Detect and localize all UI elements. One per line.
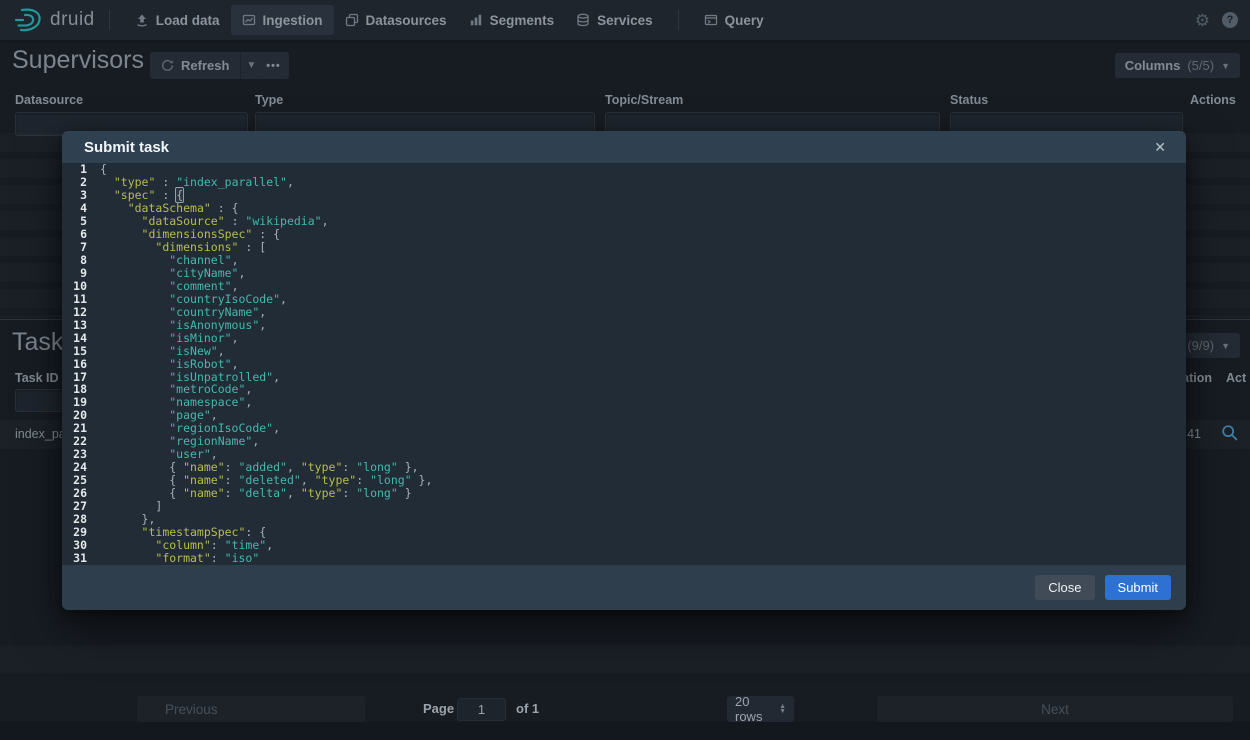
code-line: 27 ] bbox=[62, 500, 1186, 513]
dialog-footer: Close Submit bbox=[62, 565, 1186, 610]
code-line: 26 { "name": "delta", "type": "long" } bbox=[62, 487, 1186, 500]
line-number: 13 bbox=[62, 319, 96, 332]
submit-button[interactable]: Submit bbox=[1105, 575, 1171, 600]
line-number: 16 bbox=[62, 358, 96, 371]
dialog-title: Submit task bbox=[84, 139, 169, 156]
line-number: 1 bbox=[62, 163, 96, 176]
code-line: 14 "isMinor", bbox=[62, 332, 1186, 345]
line-number: 5 bbox=[62, 215, 96, 228]
code-line: 22 "regionName", bbox=[62, 435, 1186, 448]
line-number: 14 bbox=[62, 332, 96, 345]
line-number: 2 bbox=[62, 176, 96, 189]
code-line: 19 "namespace", bbox=[62, 396, 1186, 409]
line-number: 31 bbox=[62, 552, 96, 565]
line-number: 9 bbox=[62, 267, 96, 280]
line-number: 11 bbox=[62, 293, 96, 306]
line-number: 3 bbox=[62, 189, 96, 202]
code-line: 31 "format": "iso" bbox=[62, 552, 1186, 565]
line-number: 10 bbox=[62, 280, 96, 293]
submit-task-dialog: Submit task ✕ 1{2 "type" : "index_parall… bbox=[62, 131, 1186, 610]
line-number: 12 bbox=[62, 306, 96, 319]
line-number: 6 bbox=[62, 228, 96, 241]
close-icon[interactable]: ✕ bbox=[1150, 137, 1170, 158]
line-number: 4 bbox=[62, 202, 96, 215]
dialog-header: Submit task ✕ bbox=[62, 131, 1186, 163]
json-spec-editor[interactable]: 1{2 "type" : "index_parallel",3 "spec" :… bbox=[62, 163, 1186, 565]
code-line: 2 "type" : "index_parallel", bbox=[62, 176, 1186, 189]
close-button[interactable]: Close bbox=[1035, 575, 1094, 600]
line-number: 15 bbox=[62, 345, 96, 358]
line-number: 7 bbox=[62, 241, 96, 254]
line-number: 8 bbox=[62, 254, 96, 267]
